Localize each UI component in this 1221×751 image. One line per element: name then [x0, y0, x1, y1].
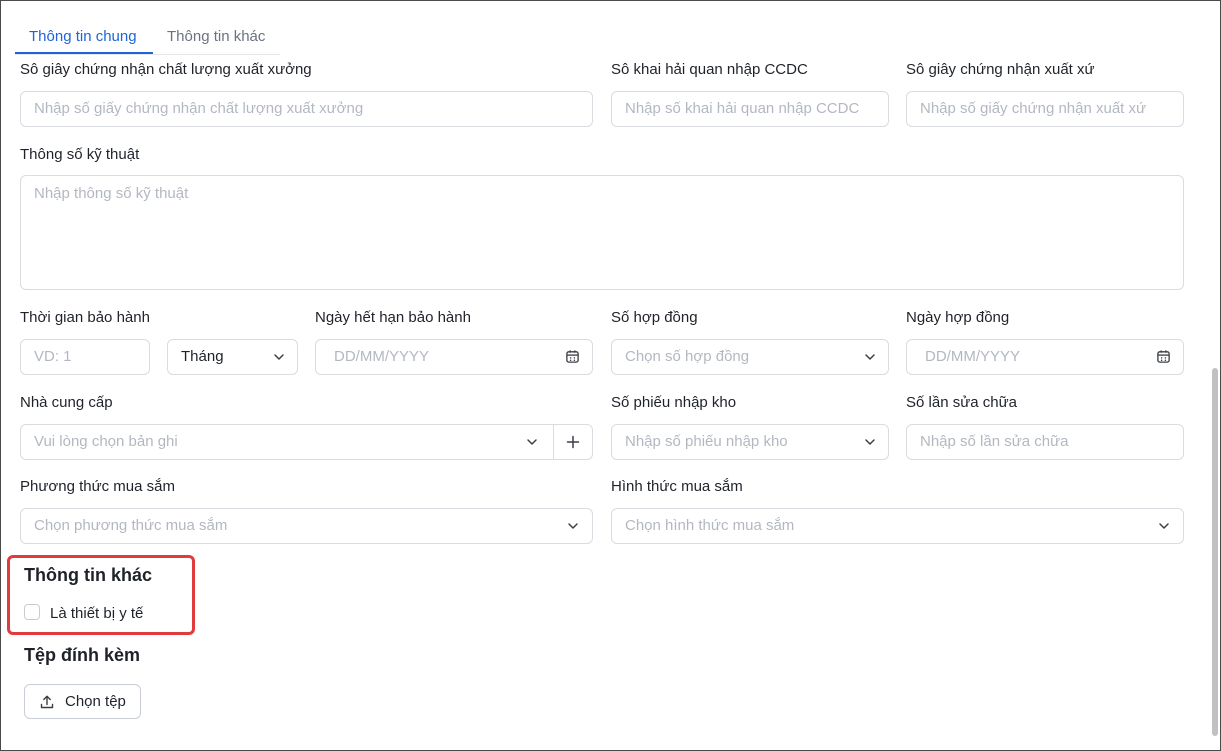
chevron-down-icon [527, 439, 537, 445]
origin-cert-label: Sô giây chứng nhận xuất xứ [906, 61, 1095, 78]
supplier-divider [553, 425, 554, 459]
purchase-form-select[interactable]: Chọn hình thức mua sắm [611, 508, 1184, 544]
repair-count-input[interactable]: Nhập số lần sửa chữa [906, 424, 1184, 460]
specs-label: Thông số kỹ thuật [20, 146, 140, 163]
contract-date-label: Ngày hợp đồng [906, 309, 1010, 326]
receipt-no-label: Số phiếu nhập kho [611, 394, 737, 411]
warranty-unit-value: Tháng [181, 348, 224, 365]
warranty-time-input[interactable]: VD: 1 [20, 339, 150, 375]
chevron-down-icon [865, 439, 875, 445]
active-tab-indicator [15, 52, 153, 54]
upload-icon [40, 695, 54, 709]
warranty-expiry-label: Ngày hết hạn bảo hành [315, 309, 471, 326]
quality-cert-label: Sô giây chứng nhận chất lượng xuất xưởng [20, 61, 312, 78]
warranty-expiry-input[interactable]: DD/MM/YYYY [315, 339, 593, 375]
choose-file-label: Chọn tệp [65, 693, 126, 710]
purchase-method-label: Phương thức mua sắm [20, 478, 175, 495]
other-info-title: Thông tin khác [24, 565, 152, 585]
add-supplier-plus-icon[interactable] [565, 434, 581, 450]
chevron-down-icon [274, 354, 284, 360]
medical-device-checkbox[interactable] [24, 604, 40, 620]
chevron-down-icon [865, 354, 875, 360]
supplier-label: Nhà cung cấp [20, 394, 113, 411]
contract-no-select[interactable]: Chọn số hợp đồng [611, 339, 889, 375]
attachments-title: Tệp đính kèm [24, 645, 141, 665]
receipt-no-select[interactable]: Nhập số phiếu nhập kho [611, 424, 889, 460]
purchase-method-select[interactable]: Chọn phương thức mua sắm [20, 508, 593, 544]
choose-file-button[interactable]: Chọn tệp [24, 684, 141, 719]
supplier-select[interactable]: Vui lòng chọn bản ghi [20, 424, 593, 460]
medical-device-label[interactable]: Là thiết bị y tế [50, 605, 143, 622]
origin-cert-input[interactable]: Nhập số giấy chứng nhận xuất xứ [906, 91, 1184, 127]
tab-general-info[interactable]: Thông tin chung [29, 20, 137, 54]
calendar-icon[interactable] [1156, 349, 1171, 364]
customs-decl-label: Sô khai hải quan nhập CCDC [611, 61, 808, 78]
quality-cert-input[interactable]: Nhập số giấy chứng nhận chất lượng xuất … [20, 91, 593, 127]
tab-other-info[interactable]: Thông tin khác [167, 20, 265, 54]
tab-bar: Thông tin chung Thông tin khác [15, 20, 280, 55]
repair-count-label: Số lần sửa chữa [906, 394, 1017, 411]
contract-no-label: Số hợp đồng [611, 309, 698, 326]
chevron-down-icon [568, 523, 578, 529]
vertical-scrollbar[interactable] [1212, 368, 1218, 736]
purchase-form-label: Hình thức mua sắm [611, 478, 743, 495]
chevron-down-icon [1159, 523, 1169, 529]
customs-decl-input[interactable]: Nhập số khai hải quan nhập CCDC [611, 91, 889, 127]
warranty-time-label: Thời gian bảo hành [20, 309, 150, 326]
calendar-icon[interactable] [565, 349, 580, 364]
specs-textarea[interactable]: Nhập thông số kỹ thuật [20, 175, 1184, 290]
contract-date-input[interactable]: DD/MM/YYYY [906, 339, 1184, 375]
